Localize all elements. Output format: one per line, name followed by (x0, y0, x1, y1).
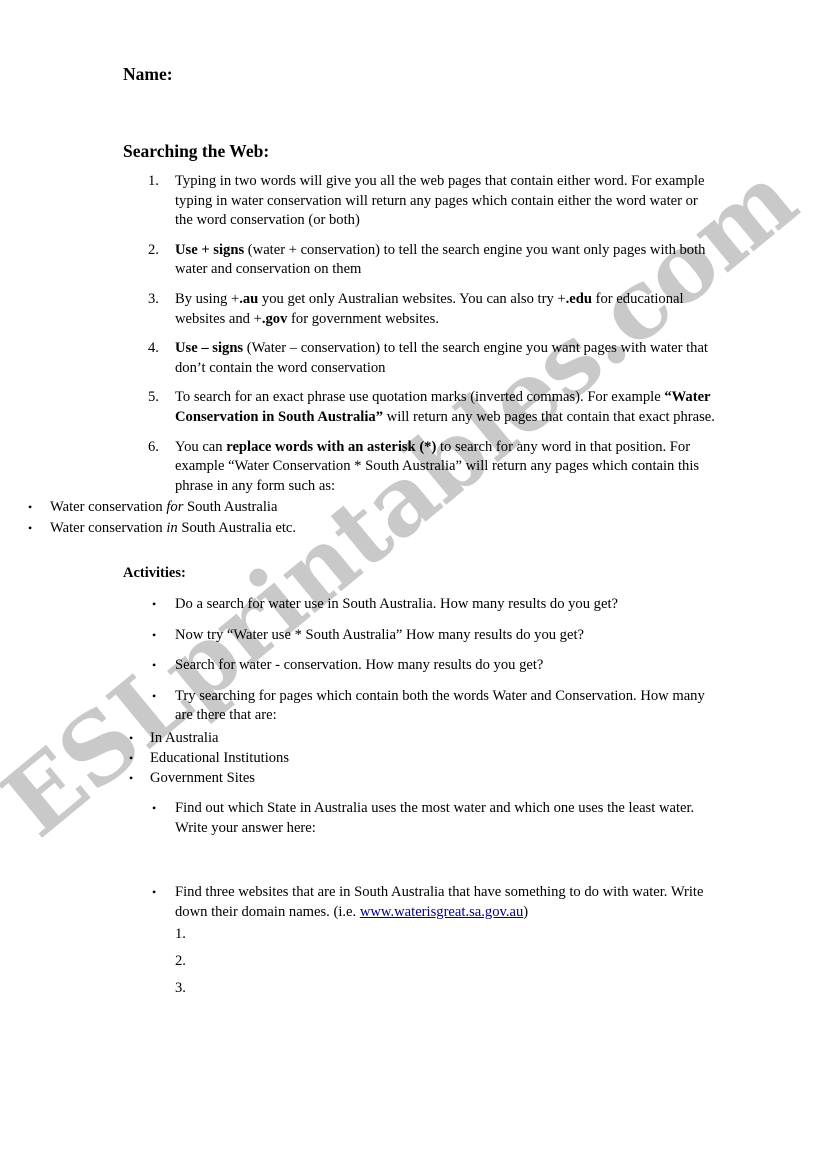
search-tip-text: By using +.au you get only Australian we… (175, 290, 718, 329)
text-run: In Australia (150, 729, 219, 746)
search-tip-text: You can replace words with an asterisk (… (175, 438, 718, 497)
text-run: (water + conservation) to tell the searc… (175, 241, 706, 278)
list-marker: 2. (148, 241, 159, 258)
text-run: Water conservation (50, 520, 167, 537)
example-url-link[interactable]: www.waterisgreat.sa.gov.au (360, 904, 523, 920)
answer-marker: 2. (175, 953, 186, 969)
activity-item: • Find three websites that are in South A… (0, 883, 826, 922)
document-page: Name: Searching the Web: 1. Typing in two… (0, 0, 826, 1169)
answer-line[interactable]: 2. (0, 952, 826, 979)
activity-subitem: • In Australia (0, 728, 826, 748)
text-run: you get only Australian websites. You ca… (258, 290, 566, 307)
activity-item: • Find out which State in Australia uses … (0, 799, 826, 838)
emphasis-italic: for (166, 499, 184, 516)
text-run: will return any web pages that contain t… (383, 408, 715, 425)
search-tip-text: Use + signs (water + conservation) to te… (175, 241, 718, 280)
search-tip-item: 6. You can replace words with an asterisk… (0, 438, 826, 540)
activity-text: Find three websites that are in South Au… (175, 883, 716, 922)
answer-write-space (0, 849, 826, 883)
activities-heading: Activities: (123, 565, 186, 581)
activity-text: Try searching for pages which contain bo… (175, 687, 716, 726)
activity-item: • Search for water - conservation. How ma… (0, 656, 826, 676)
bullet-icon: • (152, 885, 157, 900)
answer-marker: 3. (175, 980, 186, 996)
search-tip-item: 2. Use + signs (water + conservation) to … (0, 241, 826, 280)
emphasis-bold: .gov (261, 310, 288, 327)
text-run: By using + (175, 290, 240, 307)
text-run: To search for an exact phrase use quotat… (175, 389, 665, 406)
search-tip-sublist: • Water conservation for South Australia •… (0, 497, 826, 539)
search-tip-item: 1. Typing in two words will give you all … (0, 172, 826, 231)
activity-item: • Now try “Water use * South Australia” H… (0, 626, 826, 646)
search-tip-subitem: • Water conservation in South Australia e… (0, 518, 826, 539)
text-run: You can (175, 438, 227, 455)
text-run: Try searching for pages which contain bo… (175, 687, 705, 724)
answer-number-list: 1. 2. 3. (0, 925, 826, 1006)
activity-item: • Try searching for pages which contain b… (0, 687, 826, 788)
search-tip-text: To search for an exact phrase use quotat… (175, 388, 718, 427)
bullet-icon: • (152, 597, 157, 611)
emphasis-bold: replace words with an asterisk (*) (226, 438, 437, 455)
bullet-icon: • (129, 770, 134, 785)
answer-line[interactable]: 1. (0, 925, 826, 952)
activity-subitem: • Government Sites (0, 768, 826, 788)
text-run: Educational Institutions (150, 749, 290, 766)
search-tip-subitem-text: Water conservation in South Australia et… (50, 518, 826, 539)
list-marker: 5. (148, 389, 159, 406)
emphasis-bold: Use + signs (175, 241, 245, 258)
text-run: South Australia etc. (177, 520, 297, 537)
text-run: (Water – conservation) to tell the searc… (175, 340, 708, 376)
bullet-icon: • (129, 750, 134, 765)
answer-line[interactable]: 3. (0, 979, 826, 1006)
bullet-icon: • (129, 730, 134, 745)
activity-text: Find out which State in Australia uses t… (175, 799, 716, 838)
text-run: for government websites. (287, 310, 439, 327)
search-tip-text: Typing in two words will give you all th… (175, 172, 718, 231)
search-tip-subitem: • Water conservation for South Australia (0, 497, 826, 518)
emphasis-italic: in (166, 520, 178, 537)
page-title: Searching the Web: (123, 141, 270, 161)
activity-subitem-text: Educational Institutions (150, 748, 826, 768)
name-field-label: Name: (123, 64, 173, 84)
bullet-icon: • (28, 500, 33, 515)
activity-subitem-text: In Australia (150, 728, 826, 748)
emphasis-bold: Use – signs (175, 340, 244, 357)
activity-item: • Do a search for water use in South Aust… (0, 595, 826, 615)
text-run: Search for water - conservation. How man… (175, 657, 544, 674)
text-run: ) (523, 903, 529, 920)
text-run: Typing in two words will give you all th… (175, 173, 705, 229)
emphasis-bold: .edu (565, 290, 592, 307)
emphasis-bold: .au (239, 290, 259, 307)
activity-sublist: • In Australia • Educational Institutions • G… (0, 728, 826, 788)
bullet-icon: • (28, 521, 33, 536)
activities-list: • Do a search for water use in South Aust… (0, 595, 826, 933)
text-run: Government Sites (150, 769, 255, 786)
list-marker: 6. (148, 438, 159, 455)
search-tips-list: 1. Typing in two words will give you all … (0, 172, 826, 549)
bullet-icon: • (152, 658, 157, 673)
activity-text: Search for water - conservation. How man… (175, 656, 716, 676)
list-marker: 3. (148, 290, 159, 307)
text-run: Water conservation (50, 499, 167, 516)
search-tip-item: 4. Use – signs (Water – conservation) to … (0, 339, 826, 378)
activity-text: Do a search for water use in South Austr… (175, 595, 716, 615)
text-run: Do a search for water use in South Austr… (175, 596, 618, 612)
bullet-icon: • (152, 688, 157, 703)
activity-text: Now try “Water use * South Australia” Ho… (175, 626, 716, 646)
search-tip-item: 3. By using +.au you get only Australian … (0, 290, 826, 329)
search-tip-text: Use – signs (Water – conservation) to te… (175, 339, 718, 378)
text-run: South Australia (183, 499, 278, 516)
search-tip-subitem-text: Water conservation for South Australia (50, 497, 826, 518)
list-marker: 1. (148, 173, 159, 189)
answer-marker: 1. (175, 926, 186, 942)
activity-subitem: • Educational Institutions (0, 748, 826, 768)
text-run: Find out which State in Australia uses t… (175, 799, 695, 836)
search-tip-item: 5. To search for an exact phrase use quot… (0, 388, 826, 427)
bullet-icon: • (152, 627, 157, 642)
activity-subitem-text: Government Sites (150, 768, 826, 788)
text-run: Now try “Water use * South Australia” Ho… (175, 626, 584, 643)
bullet-icon: • (152, 800, 157, 815)
list-marker: 4. (148, 340, 159, 357)
